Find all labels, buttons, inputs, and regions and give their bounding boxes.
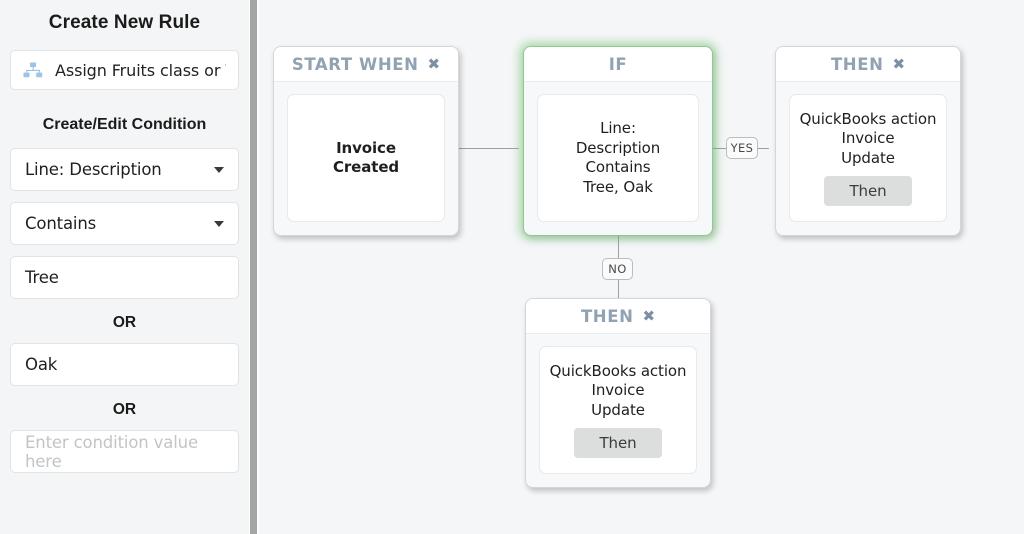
node-header-then-no: THEN ✖ bbox=[526, 299, 710, 334]
node-header-then-yes: THEN ✖ bbox=[776, 47, 960, 82]
condition-value-input-2[interactable]: Oak bbox=[10, 343, 239, 386]
connector-label-no: NO bbox=[602, 258, 633, 280]
close-icon[interactable]: ✖ bbox=[642, 308, 655, 324]
node-title-start-when: START WHEN bbox=[291, 54, 419, 74]
rule-name-label: Assign Fruits class or Ve bbox=[55, 60, 226, 80]
close-icon[interactable]: ✖ bbox=[892, 56, 905, 72]
condition-attribute-select[interactable]: Line: Description bbox=[10, 148, 239, 191]
rule-editor-sidebar: Create New Rule Assign Fruits class or V… bbox=[0, 0, 249, 534]
node-header-if: IF bbox=[524, 47, 712, 82]
condition-value-1: Tree bbox=[25, 268, 59, 287]
rule-name-chip[interactable]: Assign Fruits class or Ve bbox=[10, 50, 239, 90]
connector-start-to-if bbox=[459, 148, 519, 149]
node-text-line: Tree, Oak bbox=[583, 177, 653, 196]
node-body-then-no: QuickBooks action Invoice Update Then bbox=[539, 346, 697, 474]
page-title: Create New Rule bbox=[48, 12, 201, 33]
node-text-line: Contains bbox=[585, 158, 651, 176]
hierarchy-icon bbox=[23, 62, 43, 78]
node-text-line: Update bbox=[841, 148, 895, 167]
no-label-text: NO bbox=[608, 262, 627, 276]
node-header-start-when: START WHEN ✖ bbox=[274, 47, 458, 82]
close-icon[interactable]: ✖ bbox=[428, 56, 441, 72]
node-text-line: Line: bbox=[600, 119, 636, 137]
or-separator-2: OR bbox=[112, 401, 137, 418]
chevron-down-icon bbox=[214, 220, 224, 227]
sidebar-edge-divider bbox=[257, 0, 259, 534]
connector-label-yes: YES bbox=[726, 137, 758, 159]
condition-value-input-3[interactable]: Enter condition value here bbox=[10, 430, 239, 473]
rule-builder-app: Create New Rule Assign Fruits class or V… bbox=[0, 0, 1024, 534]
node-text-line: Invoice bbox=[591, 381, 645, 400]
node-text-line: Invoice bbox=[336, 138, 396, 157]
node-text-line: Description bbox=[575, 138, 661, 157]
flow-node-then-no[interactable]: THEN ✖ QuickBooks action Invoice Update … bbox=[525, 298, 711, 488]
node-body-if: Line: Description Contains Tree, Oak bbox=[537, 94, 699, 222]
or-separator-1: OR bbox=[112, 314, 137, 331]
then-action-button[interactable]: Then bbox=[824, 176, 912, 207]
node-title-then-no: THEN bbox=[580, 306, 634, 326]
node-body-start-when: Invoice Created bbox=[287, 94, 445, 222]
flow-node-if[interactable]: IF Line: Description Contains Tree, Oak bbox=[523, 46, 713, 236]
node-text-line: QuickBooks action bbox=[799, 109, 937, 128]
condition-operator-select[interactable]: Contains bbox=[10, 202, 239, 245]
node-text-line: QuickBooks action bbox=[549, 361, 687, 380]
node-text-line: Created bbox=[332, 158, 400, 176]
node-title-then-yes: THEN bbox=[830, 54, 884, 74]
node-text-line: Update bbox=[591, 400, 645, 419]
condition-attribute-value: Line: Description bbox=[25, 160, 162, 179]
sidebar-scrollbar-thumb[interactable] bbox=[250, 0, 257, 534]
section-title: Create/Edit Condition bbox=[42, 116, 207, 133]
node-text-line: Invoice bbox=[841, 129, 895, 148]
then-action-button[interactable]: Then bbox=[574, 428, 662, 459]
node-title-if: IF bbox=[608, 54, 628, 74]
chevron-down-icon bbox=[214, 166, 224, 173]
condition-value-2: Oak bbox=[25, 355, 58, 374]
node-body-then-yes: QuickBooks action Invoice Update Then bbox=[789, 94, 947, 222]
flow-canvas: YES NO START WHEN ✖ Invoice Created IF L… bbox=[249, 0, 1024, 534]
condition-operator-value: Contains bbox=[25, 214, 97, 233]
condition-value-3-placeholder: Enter condition value here bbox=[25, 432, 198, 471]
flow-node-start-when[interactable]: START WHEN ✖ Invoice Created bbox=[273, 46, 459, 236]
yes-label-text: YES bbox=[730, 141, 754, 155]
flow-node-then-yes[interactable]: THEN ✖ QuickBooks action Invoice Update … bbox=[775, 46, 961, 236]
condition-value-input-1[interactable]: Tree bbox=[10, 256, 239, 299]
